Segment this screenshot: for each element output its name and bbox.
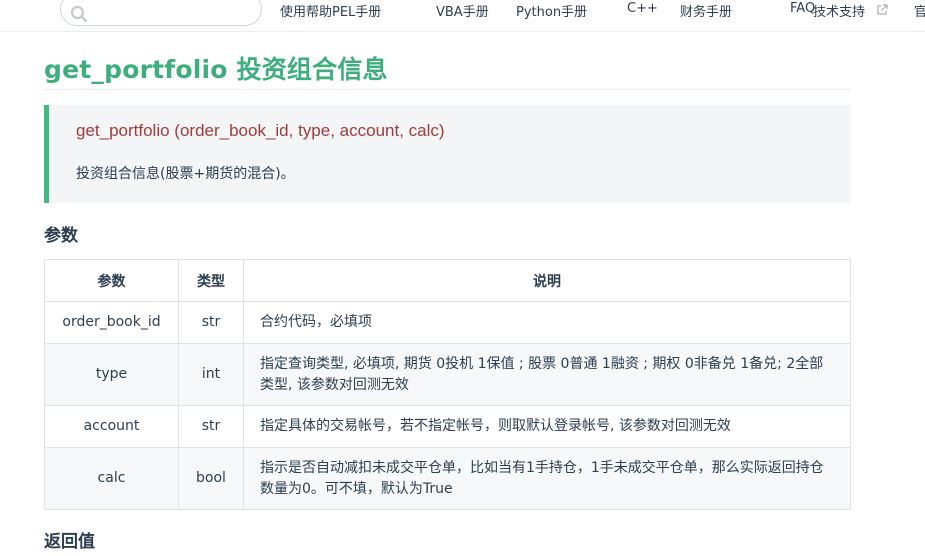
returns-heading: 返回值 — [44, 532, 95, 552]
table-row: order_book_id str 合约代码，必填项 — [44, 301, 852, 344]
nav-link-python[interactable]: Python手册 — [516, 1, 587, 20]
params-table: 参数 类型 说明 order_book_id str 合约代码，必填项 type… — [44, 259, 852, 510]
param-desc: 合约代码，必填项 — [242, 301, 852, 344]
table-row: type int 指定查询类型, 必填项, 期货 0投机 1保值 ; 股票 0普… — [44, 343, 852, 406]
table-header-row: 参数 类型 说明 — [44, 259, 852, 302]
nav-link-faq[interactable]: FAQ — [790, 1, 815, 16]
param-type: bool — [177, 447, 244, 510]
param-type: int — [177, 343, 244, 406]
nav-link-vba[interactable]: VBA手册 — [436, 1, 489, 20]
param-type: str — [177, 301, 244, 344]
param-type: str — [177, 405, 244, 448]
params-heading: 参数 — [44, 226, 78, 246]
param-name: type — [44, 343, 179, 406]
search-input[interactable] — [60, 0, 262, 26]
nav-link-finance[interactable]: 财务手册 — [680, 1, 732, 20]
column-header-desc: 说明 — [242, 259, 852, 302]
external-link-icon — [877, 4, 888, 15]
nav-link-help[interactable]: 使用帮助 — [280, 1, 332, 20]
param-name: calc — [44, 447, 179, 510]
search-icon — [70, 5, 88, 23]
function-signature-box: get_portfolio (order_book_id, type, acco… — [44, 105, 851, 203]
param-desc: 指定具体的交易帐号，若不指定帐号，则取默认登录帐号, 该参数对回测无效 — [242, 405, 852, 448]
column-header-type: 类型 — [177, 259, 244, 302]
nav-link-support[interactable]: 技术支持 — [813, 1, 865, 20]
param-name: account — [44, 405, 179, 448]
table-row: calc bool 指示是否自动减扣未成交平仓单，比如当有1手持仓，1手未成交平… — [44, 447, 852, 510]
top-navbar: 使用帮助 PEL手册 VBA手册 Python手册 C++ 财务手册 FAQ 技… — [0, 0, 925, 32]
column-header-param: 参数 — [44, 259, 179, 302]
function-description: 投资组合信息(股票+期货的混合)。 — [76, 166, 295, 182]
title-divider — [44, 89, 851, 90]
param-desc: 指示是否自动减扣未成交平仓单，比如当有1手持仓，1手未成交平仓单，那么实际返回持… — [242, 447, 852, 510]
param-desc: 指定查询类型, 必填项, 期货 0投机 1保值 ; 股票 0普通 1融资 ; 期… — [242, 343, 852, 406]
function-signature: get_portfolio (order_book_id, type, acco… — [76, 121, 445, 140]
nav-link-official[interactable]: 官 — [914, 1, 925, 20]
nav-link-pel[interactable]: PEL手册 — [332, 1, 381, 20]
nav-link-cpp[interactable]: C++ — [627, 1, 658, 16]
table-row: account str 指定具体的交易帐号，若不指定帐号，则取默认登录帐号, 该… — [44, 405, 852, 448]
param-name: order_book_id — [44, 301, 179, 344]
page-title: get_portfolio 投资组合信息 — [44, 55, 388, 84]
